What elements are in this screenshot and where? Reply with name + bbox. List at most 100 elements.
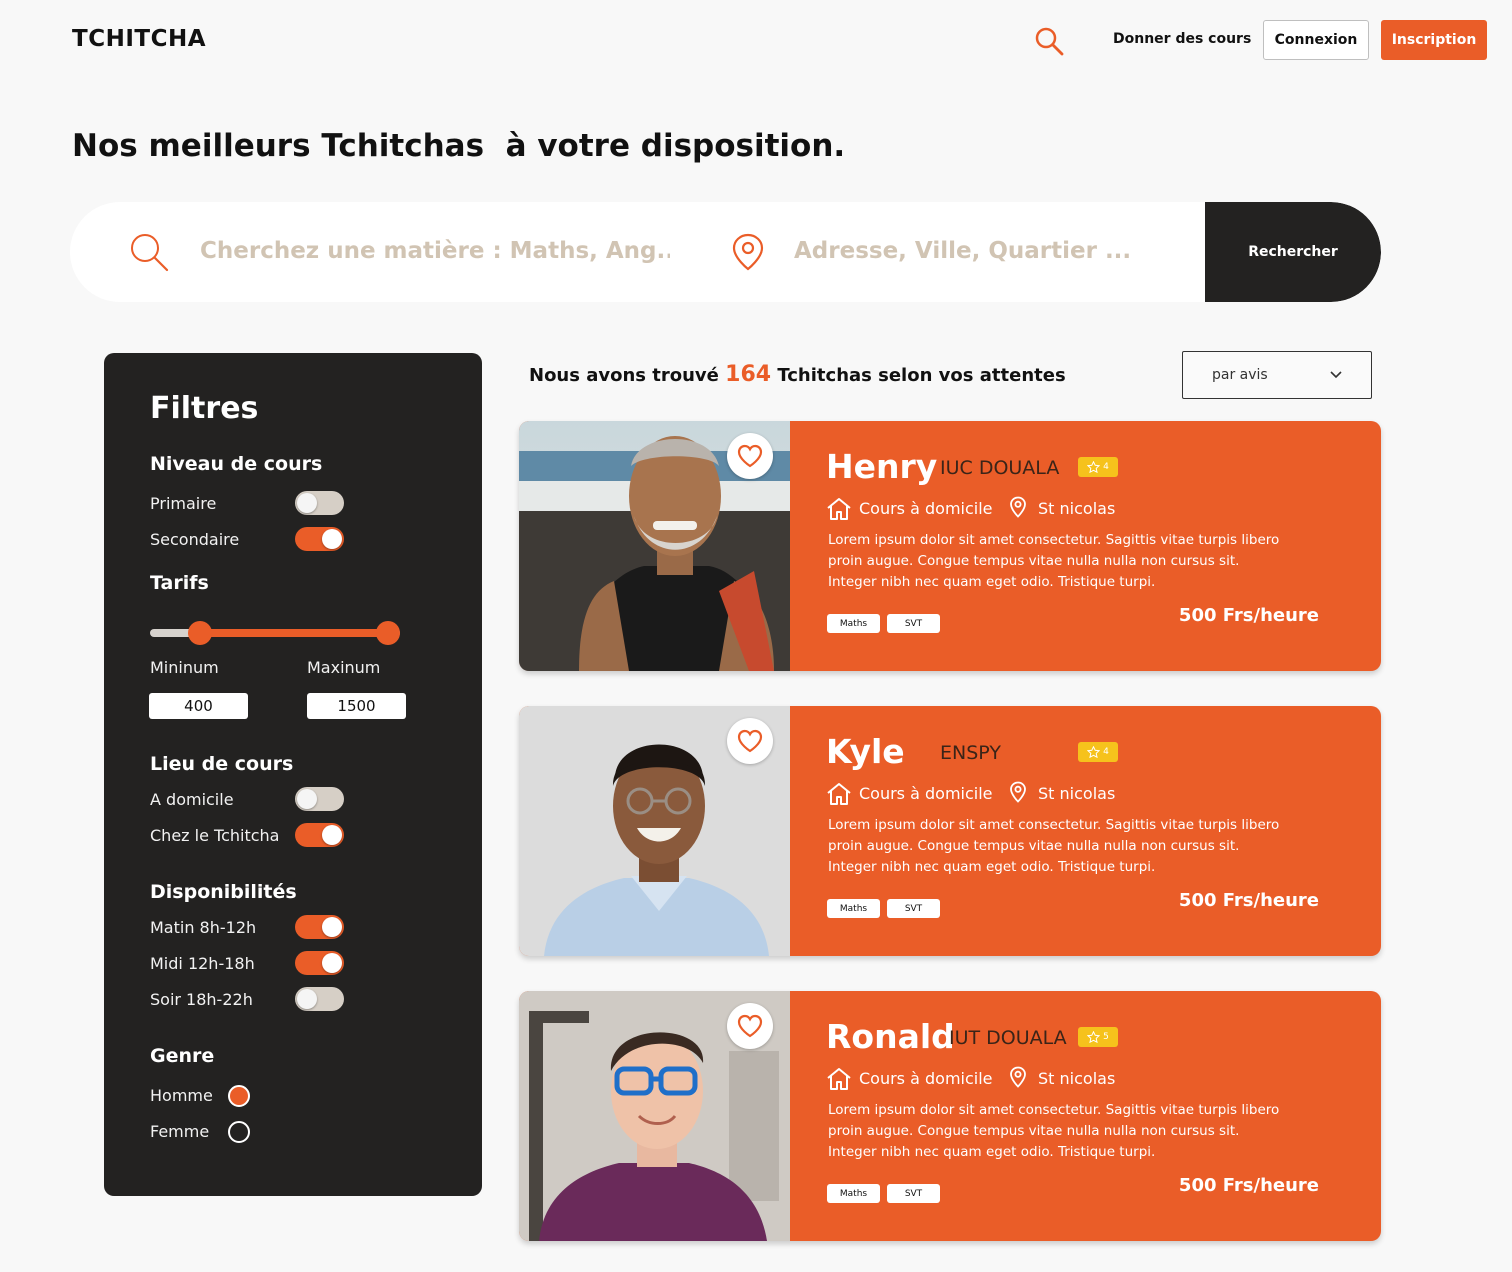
subject-tag: Maths: [827, 899, 880, 918]
favorite-button[interactable]: [727, 718, 773, 764]
radio-homme[interactable]: [228, 1085, 250, 1107]
tutor-price: 500 Frs/heure: [1178, 1175, 1319, 1196]
search-icon: [131, 234, 169, 272]
subject-tag: Maths: [827, 614, 880, 633]
tutor-name: Kyle: [826, 732, 905, 771]
rate-slider-min-handle[interactable]: [188, 621, 212, 645]
tutor-card[interactable]: Henry IUC DOUALA 4 Cours à domicile St n…: [519, 421, 1381, 671]
toggle-knob: [297, 789, 317, 809]
heart-icon: [737, 1014, 763, 1038]
lesson-mode: Cours à domicile: [859, 499, 993, 518]
rating-value: 4: [1103, 747, 1109, 757]
filters-panel: Filtres Niveau de cours Primaire Seconda…: [104, 353, 482, 1196]
heart-icon: [737, 444, 763, 468]
favorite-button[interactable]: [727, 433, 773, 479]
tutor-school: ENSPY: [940, 742, 1001, 764]
location-pin-icon: [1010, 496, 1026, 518]
home-icon: [827, 1068, 851, 1090]
toggle-primaire[interactable]: [295, 491, 344, 515]
toggle-knob: [322, 953, 342, 973]
tutor-card[interactable]: Kyle ENSPY 4 Cours à domicile St nicolas…: [519, 706, 1381, 956]
results-suffix: Tchitchas selon vos attentes: [777, 365, 1066, 386]
gender-option-label: Homme: [150, 1086, 213, 1105]
star-icon: [1087, 1031, 1101, 1043]
min-rate-input[interactable]: 400: [149, 693, 248, 719]
tutor-description: Lorem ipsum dolor sit amet consectetur. …: [828, 532, 1280, 590]
logo[interactable]: TCHITCHA: [72, 26, 206, 52]
availability-option-label: Matin 8h-12h: [150, 918, 257, 937]
tutor-card[interactable]: Ronald IUT DOUALA 5 Cours à domicile St …: [519, 991, 1381, 1241]
give-lessons-link[interactable]: Donner des cours: [1113, 31, 1251, 47]
toggle-a-domicile[interactable]: [295, 787, 344, 811]
tutor-price: 500 Frs/heure: [1178, 890, 1319, 911]
login-button[interactable]: Connexion: [1263, 20, 1369, 60]
results-count-text: Nous avons trouvé 164 Tchitchas selon vo…: [529, 362, 1066, 387]
tutor-name: Henry: [826, 447, 938, 486]
place-option-label: A domicile: [150, 790, 234, 809]
sort-select[interactable]: par avis: [1182, 351, 1372, 399]
rating-badge: 4: [1078, 742, 1118, 762]
rating-value: 4: [1103, 462, 1109, 472]
toggle-knob: [297, 493, 317, 513]
max-label: Maxinum: [307, 658, 381, 677]
gender-heading: Genre: [150, 1045, 215, 1067]
tutor-location: St nicolas: [1038, 1069, 1116, 1088]
lesson-mode: Cours à domicile: [859, 784, 993, 803]
rating-value: 5: [1103, 1032, 1109, 1042]
level-option-label: Secondaire: [150, 530, 240, 549]
toggle-secondaire[interactable]: [295, 527, 344, 551]
lesson-mode: Cours à domicile: [859, 1069, 993, 1088]
subject-tag: SVT: [887, 899, 940, 918]
toggle-knob: [297, 989, 317, 1009]
availability-heading: Disponibilités: [150, 881, 297, 903]
rates-heading: Tarifs: [150, 572, 209, 594]
subject-search-input[interactable]: Cherchez une matière : Maths, Ang...: [200, 238, 670, 264]
search-bar: Cherchez une matière : Maths, Ang... Adr…: [70, 202, 1381, 302]
star-icon: [1087, 461, 1101, 473]
star-icon: [1087, 746, 1101, 758]
search-button[interactable]: Rechercher: [1205, 202, 1381, 302]
home-icon: [827, 783, 851, 805]
availability-option-label: Soir 18h-22h: [150, 990, 253, 1009]
sort-value: par avis: [1212, 367, 1268, 383]
signup-button[interactable]: Inscription: [1381, 20, 1487, 60]
rating-badge: 5: [1078, 1027, 1118, 1047]
results-prefix: Nous avons trouvé: [529, 365, 719, 386]
min-label: Mininum: [150, 658, 219, 677]
search-icon[interactable]: [1033, 25, 1065, 57]
toggle-knob: [322, 825, 342, 845]
chevron-down-icon: [1330, 371, 1342, 379]
rating-badge: 4: [1078, 457, 1118, 477]
rate-slider-max-handle[interactable]: [376, 621, 400, 645]
gender-option-label: Femme: [150, 1122, 210, 1141]
subject-tag: Maths: [827, 1184, 880, 1203]
availability-option-label: Midi 12h-18h: [150, 954, 255, 973]
subject-tag: SVT: [887, 1184, 940, 1203]
filters-title: Filtres: [150, 391, 259, 426]
tutor-location: St nicolas: [1038, 784, 1116, 803]
max-rate-input[interactable]: 1500: [307, 693, 406, 719]
location-search-input[interactable]: Adresse, Ville, Quartier ...: [794, 238, 1194, 264]
tutor-name: Ronald: [826, 1017, 955, 1056]
toggle-matin[interactable]: [295, 915, 344, 939]
place-option-label: Chez le Tchitcha: [150, 826, 280, 845]
level-heading: Niveau de cours: [150, 453, 323, 475]
toggle-chez-le-tchitcha[interactable]: [295, 823, 344, 847]
location-pin-icon: [1010, 1066, 1026, 1088]
home-icon: [827, 498, 851, 520]
tutor-description: Lorem ipsum dolor sit amet consectetur. …: [828, 1102, 1280, 1160]
tutor-school: IUC DOUALA: [940, 457, 1060, 479]
tutor-price: 500 Frs/heure: [1178, 605, 1319, 626]
toggle-soir[interactable]: [295, 987, 344, 1011]
toggle-midi[interactable]: [295, 951, 344, 975]
subject-tag: SVT: [887, 614, 940, 633]
radio-femme[interactable]: [228, 1121, 250, 1143]
results-count: 164: [725, 362, 772, 387]
location-pin-icon: [732, 233, 764, 271]
favorite-button[interactable]: [727, 1003, 773, 1049]
toggle-knob: [322, 529, 342, 549]
tutor-school: IUT DOUALA: [949, 1027, 1067, 1049]
tutor-location: St nicolas: [1038, 499, 1116, 518]
rate-slider-range: [200, 629, 388, 637]
location-pin-icon: [1010, 781, 1026, 803]
